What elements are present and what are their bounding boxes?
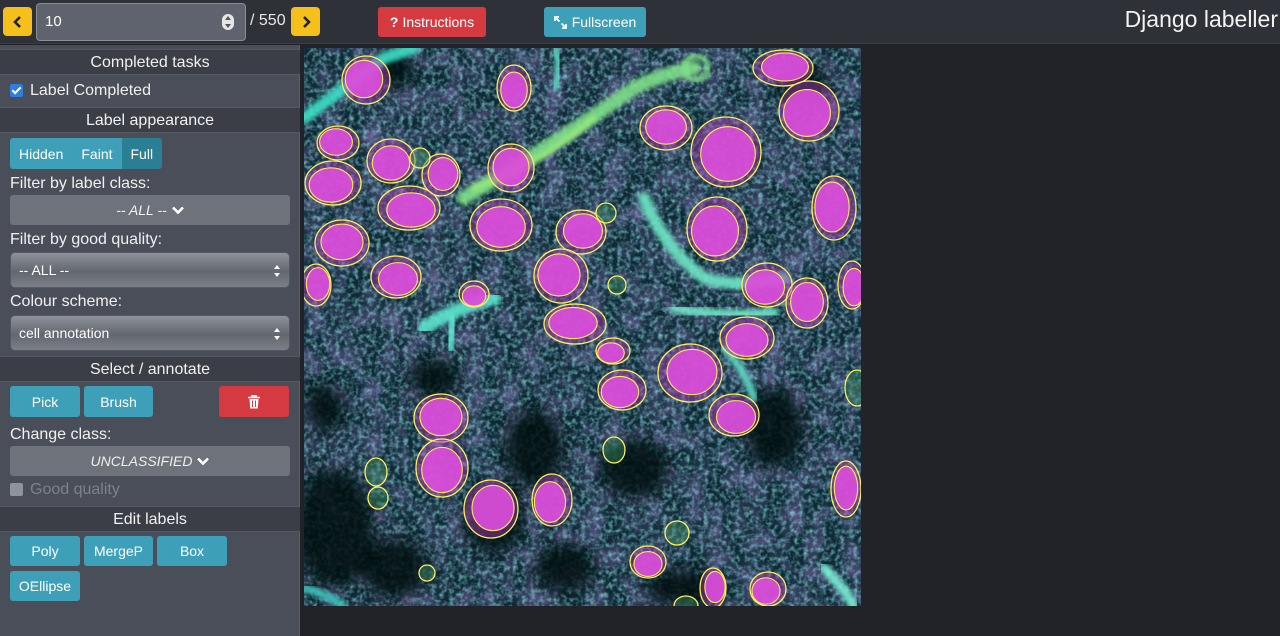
select-arrows-icon [274,328,282,340]
appearance-button-group: Hidden Faint Full [10,138,163,169]
full-button[interactable]: Full [121,138,163,169]
cell-label-outline[interactable] [458,280,490,308]
cell-label-outline[interactable] [664,520,690,546]
filter-quality-select[interactable]: -- ALL -- [10,252,290,288]
good-quality-label: Good quality [30,481,120,498]
cell-label-outline[interactable] [543,303,607,345]
cell-label-outline[interactable] [719,316,775,360]
cell-label-outline[interactable] [690,116,762,188]
cell-label-outline[interactable] [811,175,857,241]
select-arrows-icon [274,265,282,277]
microscopy-image[interactable] [304,48,861,606]
chevron-down-icon [171,206,184,214]
cell-label-outline[interactable] [367,486,389,510]
filter-quality-label: Filter by good quality: [10,231,163,248]
cell-label-outline[interactable] [496,64,532,112]
expand-icon [553,15,567,29]
label-appearance-header: Label appearance [0,107,300,133]
fullscreen-button[interactable]: Fullscreen [544,7,646,37]
cell-label-outline[interactable] [639,105,693,151]
cell-label-outline[interactable] [533,248,589,304]
cell-label-outline[interactable] [595,337,631,365]
cell-label-outline[interactable] [708,393,760,437]
cell-label-outline[interactable] [469,198,533,252]
cell-label-outline[interactable] [597,369,647,411]
cell-label-outline[interactable] [413,393,469,443]
page-spinner-icon[interactable] [222,14,234,30]
cell-label-outline[interactable] [370,255,422,299]
delete-label-button[interactable] [219,386,289,417]
poly-button[interactable]: Poly [10,536,80,566]
cell-label-outline[interactable] [304,263,332,307]
label-completed-label: Label Completed [30,82,151,99]
cell-label-outline[interactable] [463,479,519,539]
prev-image-button[interactable] [3,7,32,36]
instructions-button[interactable]: ? Instructions [378,7,486,37]
chevron-down-icon [197,457,210,465]
cell-label-outline[interactable] [752,49,814,87]
cell-label-outline[interactable] [595,202,617,224]
box-button[interactable]: Box [157,536,227,566]
oellipse-button[interactable]: OEllipse [10,571,80,601]
cell-label-outline[interactable] [837,260,861,310]
good-quality-checkbox[interactable] [10,483,23,496]
app-title: Django labeller [1124,6,1278,32]
colour-scheme-select[interactable]: cell annotation [10,315,290,351]
cell-label-outline[interactable] [607,275,627,295]
mergep-button[interactable]: MergeP [84,536,153,566]
cell-label-outline[interactable] [657,343,723,403]
cell-label-outline[interactable] [699,567,727,606]
cell-label-outline[interactable] [366,138,416,184]
top-toolbar: 10 / 550 ? Instructions Fullscreen Djang… [0,0,1280,44]
cell-label-outline[interactable] [304,160,362,206]
completed-tasks-header: Completed tasks [0,49,300,75]
filter-class-dropdown[interactable]: -- ALL -- [10,195,290,225]
cell-label-outline[interactable] [418,564,436,582]
cell-label-outline[interactable] [487,143,535,193]
chevron-left-icon [12,15,21,28]
cell-label-outline[interactable] [749,571,787,606]
control-sidebar: Completed tasks Label Completed Label ap… [0,45,300,636]
cell-label-outline[interactable] [377,185,441,231]
cell-label-outline[interactable] [830,460,861,518]
label-completed-checkbox[interactable] [10,84,23,97]
edit-labels-header: Edit labels [0,506,300,532]
cell-label-outline[interactable] [415,438,469,498]
page-total: / 550 [250,12,286,29]
page-number-input[interactable]: 10 [36,3,246,41]
next-image-button[interactable] [291,7,320,36]
cell-label-outline[interactable] [316,125,360,161]
select-annotate-header: Select / annotate [0,356,300,382]
cell-label-outline[interactable] [409,147,431,169]
cell-label-outline[interactable] [741,262,793,308]
cell-label-outline[interactable] [785,277,829,329]
cell-label-outline[interactable] [629,545,667,579]
change-class-dropdown[interactable]: UNCLASSIFIED [10,446,290,476]
brush-button[interactable]: Brush [84,386,153,417]
cell-label-outline[interactable] [531,473,573,527]
cell-label-outline[interactable] [778,80,840,142]
trash-icon [248,394,260,408]
question-icon: ? [389,14,399,30]
cell-label-outline[interactable] [341,55,391,105]
change-class-label: Change class: [10,426,112,443]
cell-label-outline[interactable] [364,457,388,487]
cell-label-outline[interactable] [314,219,370,267]
cell-label-outline[interactable] [686,196,748,262]
colour-scheme-label: Colour scheme: [10,293,123,310]
cell-label-outline[interactable] [602,436,626,464]
faint-button[interactable]: Faint [72,138,122,169]
pick-button[interactable]: Pick [10,386,80,417]
hidden-button[interactable]: Hidden [10,138,73,169]
image-canvas[interactable] [304,48,861,606]
filter-class-label: Filter by label class: [10,175,151,192]
chevron-right-icon [302,15,311,28]
